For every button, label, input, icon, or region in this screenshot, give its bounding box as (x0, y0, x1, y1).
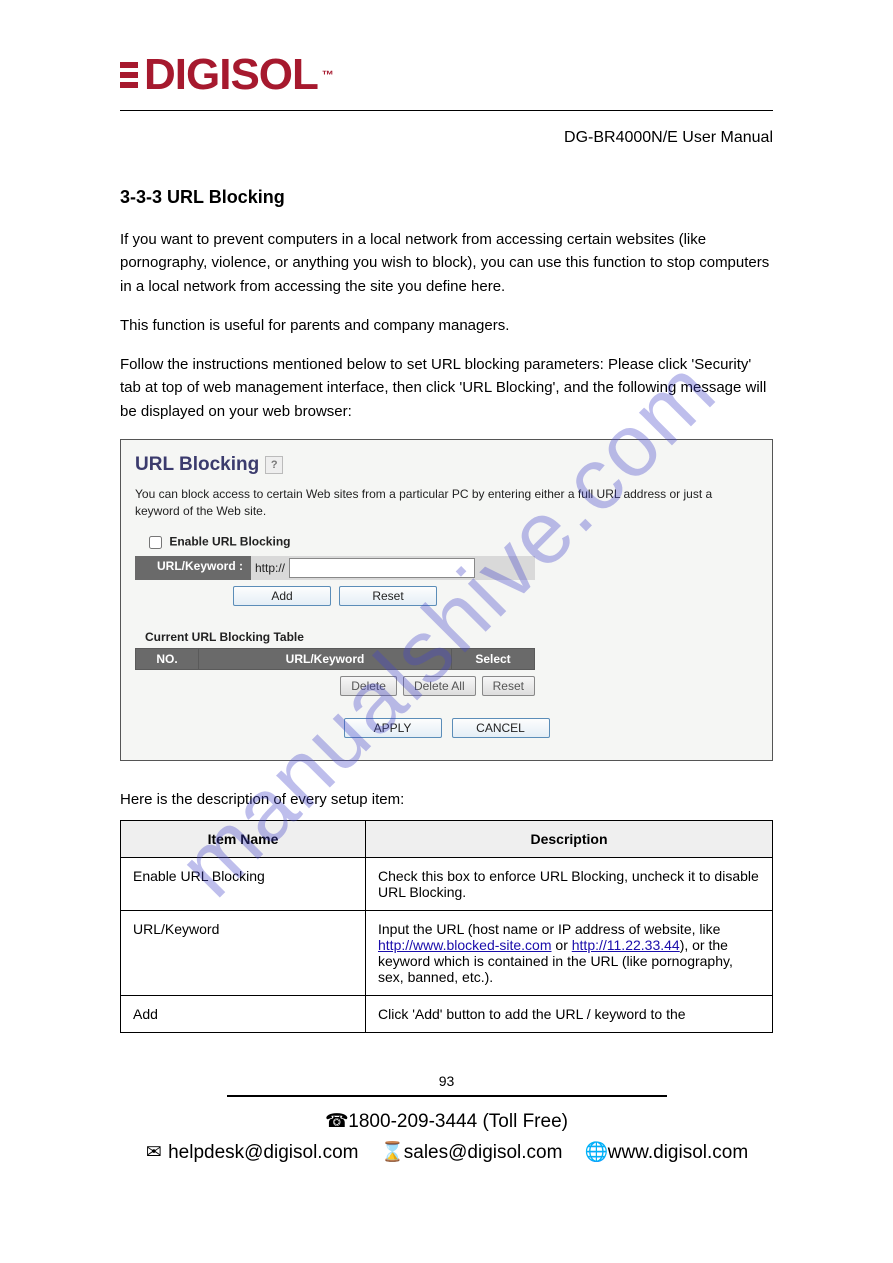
intro-paragraph-2: This function is useful for parents and … (120, 314, 773, 337)
intro-paragraph: If you want to prevent computers in a lo… (120, 228, 773, 298)
table-caption: Current URL Blocking Table (145, 630, 758, 644)
brand-logo: DIGISOL ™ (120, 50, 773, 100)
router-ui-screenshot: URL Blocking ? You can block access to c… (120, 439, 773, 762)
example-link-2[interactable]: http://11.22.33.44 (572, 937, 680, 953)
page-footer: ☎ 1800-209-3444 (Toll Free) ✉ helpdesk@d… (120, 1107, 773, 1168)
enable-url-blocking-checkbox[interactable] (149, 536, 162, 549)
delete-all-button[interactable]: Delete All (403, 676, 476, 696)
example-link[interactable]: http://www.blocked-site.com (378, 937, 552, 953)
table-row: Add Click 'Add' button to add the URL / … (121, 996, 773, 1033)
head-desc: Description (366, 821, 773, 858)
hourglass-icon: ⌛ (380, 1138, 398, 1168)
table-intro: Here is the description of every setup i… (120, 791, 773, 808)
cell-desc: Click 'Add' button to add the URL / keyw… (366, 996, 773, 1033)
help-icon[interactable]: ? (265, 456, 283, 474)
col-url: URL/Keyword (199, 649, 452, 670)
reset-table-button[interactable]: Reset (482, 676, 535, 696)
url-keyword-label: URL/Keyword : (135, 556, 251, 580)
footer-phone: 1800-209-3444 (Toll Free) (348, 1111, 568, 1132)
logo-tm: ™ (322, 68, 333, 82)
instruction-text: Follow the instructions mentioned below … (120, 353, 773, 423)
globe-icon: 🌐 (584, 1138, 602, 1168)
cell-item: URL/Keyword (121, 911, 366, 996)
cell-item: Add (121, 996, 366, 1033)
logo-bars-icon (120, 62, 138, 88)
phone-icon: ☎ (325, 1107, 343, 1137)
delete-button[interactable]: Delete (340, 676, 397, 696)
footer-rule (227, 1095, 667, 1097)
col-select: Select (452, 649, 535, 670)
blocking-table: NO. URL/Keyword Select (135, 648, 535, 670)
section-heading: 3-3-3 URL Blocking (120, 187, 773, 208)
table-row: URL/Keyword Input the URL (host name or … (121, 911, 773, 996)
head-item: Item Name (121, 821, 366, 858)
add-button[interactable]: Add (233, 586, 331, 606)
document-title: DG-BR4000N/E User Manual (120, 129, 773, 147)
mail-icon: ✉ (145, 1138, 163, 1168)
logo-text: DIGISOL (144, 50, 318, 100)
table-row: Enable URL Blocking Check this box to en… (121, 858, 773, 911)
enable-label: Enable URL Blocking (169, 535, 290, 549)
footer-sales: sales@digisol.com (404, 1142, 563, 1163)
cell-desc: Input the URL (host name or IP address o… (366, 911, 773, 996)
http-prefix: http:// (255, 561, 285, 575)
cell-desc: Check this box to enforce URL Blocking, … (366, 858, 773, 911)
page-number: 93 (120, 1073, 773, 1089)
cancel-button[interactable]: CANCEL (452, 718, 550, 738)
apply-button[interactable]: APPLY (344, 718, 442, 738)
cell-item: Enable URL Blocking (121, 858, 366, 911)
footer-helpdesk: helpdesk@digisol.com (168, 1142, 358, 1163)
url-keyword-input[interactable] (289, 558, 475, 578)
reset-button[interactable]: Reset (339, 586, 437, 606)
panel-description: You can block access to certain Web site… (135, 486, 758, 520)
footer-web: www.digisol.com (608, 1142, 748, 1163)
description-table: Item Name Description Enable URL Blockin… (120, 820, 773, 1033)
header-rule (120, 110, 773, 111)
col-no: NO. (136, 649, 199, 670)
panel-title: URL Blocking (135, 454, 259, 476)
